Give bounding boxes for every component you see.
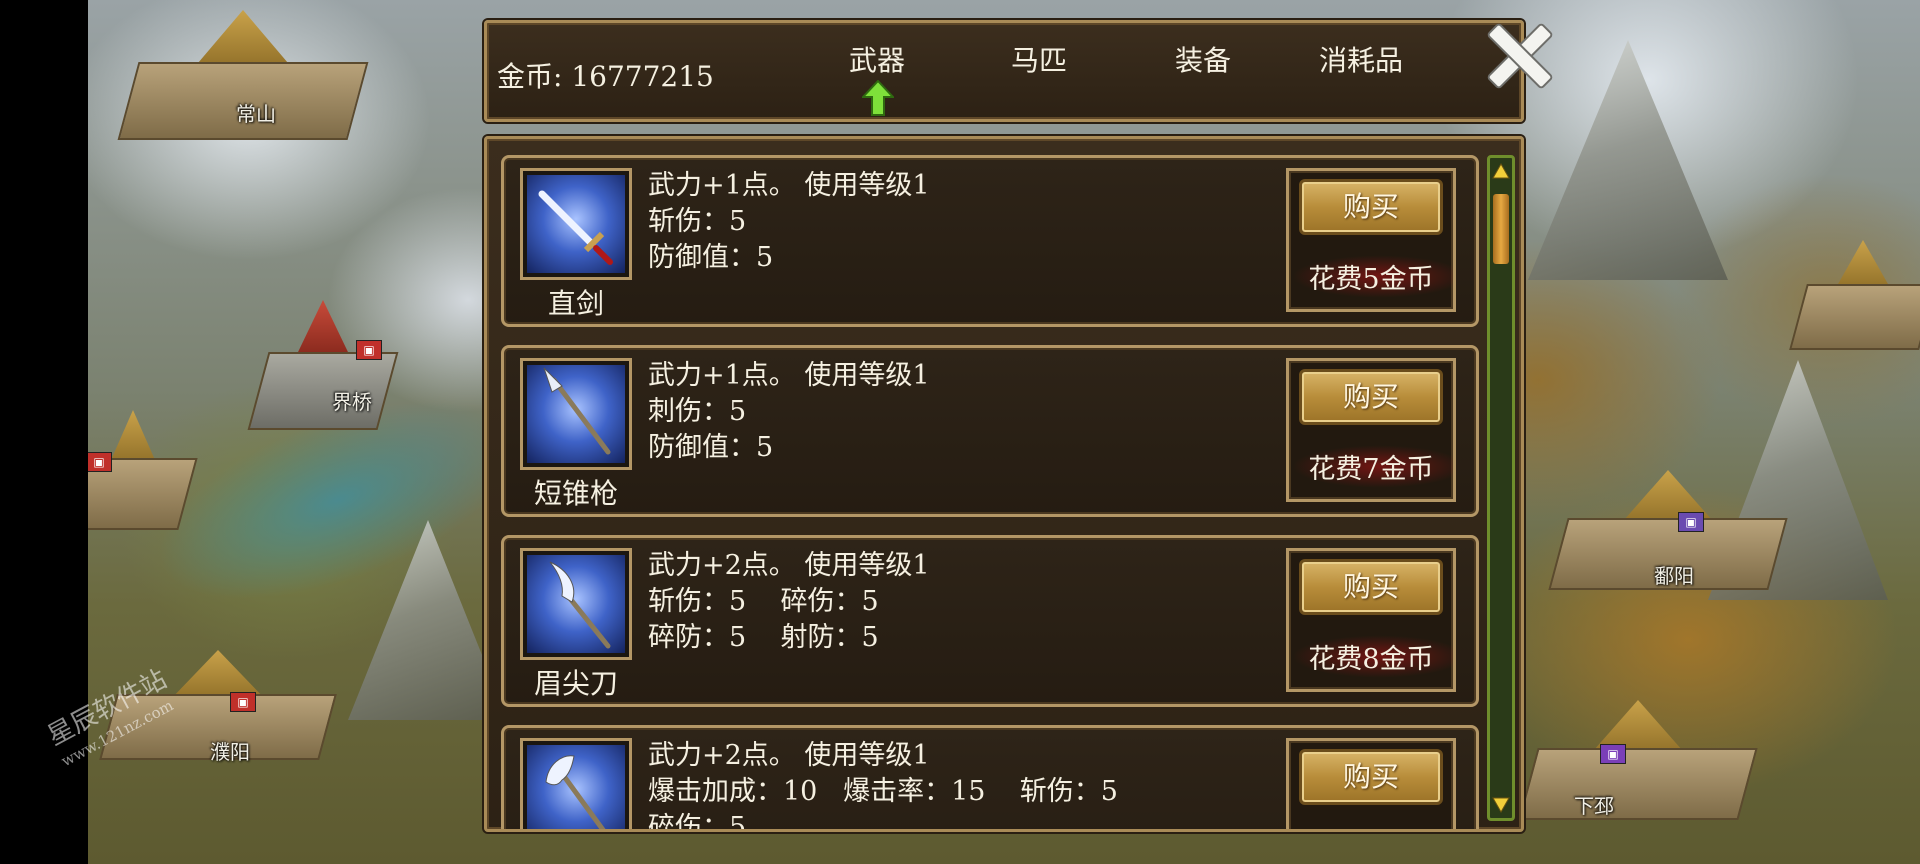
tab-weapons[interactable]: 武器	[849, 39, 905, 79]
buy-button[interactable]: 购买	[1299, 179, 1443, 235]
item-price: 花费8金币	[1289, 633, 1453, 680]
item-list-panel: 直剑 武力+1点。 使用等级1 斩伤：5 防御值：5 购买 花费5金币 短锥枪 …	[484, 136, 1524, 832]
green-arrow-up-icon	[862, 80, 894, 116]
tab-consumables[interactable]: 消耗品	[1319, 39, 1403, 79]
item-price: 花费5金币	[1289, 253, 1453, 300]
item-icon-frame	[520, 168, 632, 280]
castle-east[interactable]	[1789, 240, 1920, 350]
axe-icon	[545, 755, 606, 829]
buy-box: 购买	[1286, 738, 1456, 829]
stat-line: 刺伤：5	[648, 396, 747, 427]
stat-line: 武力+1点。 使用等级1	[648, 170, 930, 201]
flag-icon: ▣	[88, 452, 112, 472]
scrollbar[interactable]	[1487, 155, 1515, 821]
castle-xiapi[interactable]	[1518, 700, 1758, 820]
scroll-down-arrow-icon[interactable]	[1492, 796, 1510, 814]
stat-line: 防御值：5	[648, 242, 774, 273]
stat-line: 爆击加成：10 爆击率：15 斩伤：5	[648, 776, 1118, 807]
stat-line: 斩伤：5 碎伤：5	[648, 586, 879, 617]
gold-balance: 金币: 16777215	[497, 60, 714, 93]
tab-horses[interactable]: 马匹	[1011, 39, 1067, 79]
map-label-xiapi: 下邳	[1574, 794, 1614, 818]
map-label-poyang: 鄱阳	[1654, 564, 1694, 588]
map-label-changshan: 常山	[236, 102, 276, 126]
spear-icon	[543, 367, 611, 455]
buy-box: 购买 花费7金币	[1286, 358, 1456, 502]
scroll-up-arrow-icon[interactable]	[1492, 162, 1510, 180]
glaive-icon	[549, 561, 611, 649]
flag-icon: ▣	[356, 340, 382, 360]
item-price: 花费7金币	[1289, 443, 1453, 490]
stat-line: 碎伤：5	[648, 812, 747, 832]
sword-icon	[538, 190, 613, 265]
flag-icon: ▣	[1678, 512, 1704, 532]
item-stats: 武力+1点。 使用等级1 斩伤：5 防御值：5	[648, 168, 930, 276]
stat-line: 武力+2点。 使用等级1	[648, 740, 930, 771]
list-item: 直剑 武力+1点。 使用等级1 斩伤：5 防御值：5 购买 花费5金币	[501, 155, 1479, 327]
flag-icon: ▣	[230, 692, 256, 712]
close-x-icon[interactable]	[1478, 14, 1562, 98]
map-label-jieqiao: 界桥	[332, 390, 372, 414]
buy-button[interactable]: 购买	[1299, 559, 1443, 615]
stat-line: 武力+2点。 使用等级1	[648, 550, 930, 581]
tab-equipment[interactable]: 装备	[1175, 39, 1231, 79]
item-icon-frame	[520, 738, 632, 829]
stat-line: 武力+1点。 使用等级1	[648, 360, 930, 391]
stat-line: 碎防：5 射防：5	[648, 622, 879, 653]
buy-button[interactable]: 购买	[1299, 369, 1443, 425]
item-name: 短锥枪	[533, 477, 618, 510]
map-label-puyang: 濮阳	[210, 740, 250, 764]
scroll-thumb[interactable]	[1493, 194, 1509, 264]
item-stats: 武力+2点。 使用等级1 斩伤：5 碎伤：5 碎防：5 射防：5	[648, 548, 930, 656]
item-name: 眉尖刀	[533, 667, 618, 700]
buy-button[interactable]: 购买	[1299, 749, 1443, 805]
item-name: 直剑	[547, 287, 604, 320]
buy-box: 购买 花费5金币	[1286, 168, 1456, 312]
item-stats: 武力+2点。 使用等级1 爆击加成：10 爆击率：15 斩伤：5 碎伤：5	[648, 738, 1118, 832]
list-item: 武力+2点。 使用等级1 爆击加成：10 爆击率：15 斩伤：5 碎伤：5 购买	[501, 725, 1479, 832]
shop-header: 金币: 16777215 武器 马匹 装备 消耗品	[484, 20, 1524, 122]
item-stats: 武力+1点。 使用等级1 刺伤：5 防御值：5	[648, 358, 930, 466]
flag-icon: ▣	[1600, 744, 1626, 764]
list-item: 眉尖刀 武力+2点。 使用等级1 斩伤：5 碎伤：5 碎防：5 射防：5 购买 …	[501, 535, 1479, 707]
stat-line: 防御值：5	[648, 432, 774, 463]
item-icon-frame	[520, 548, 632, 660]
item-icon-frame	[520, 358, 632, 470]
buy-box: 购买 花费8金币	[1286, 548, 1456, 692]
list-item: 短锥枪 武力+1点。 使用等级1 刺伤：5 防御值：5 购买 花费7金币	[501, 345, 1479, 517]
stat-line: 斩伤：5	[648, 206, 747, 237]
